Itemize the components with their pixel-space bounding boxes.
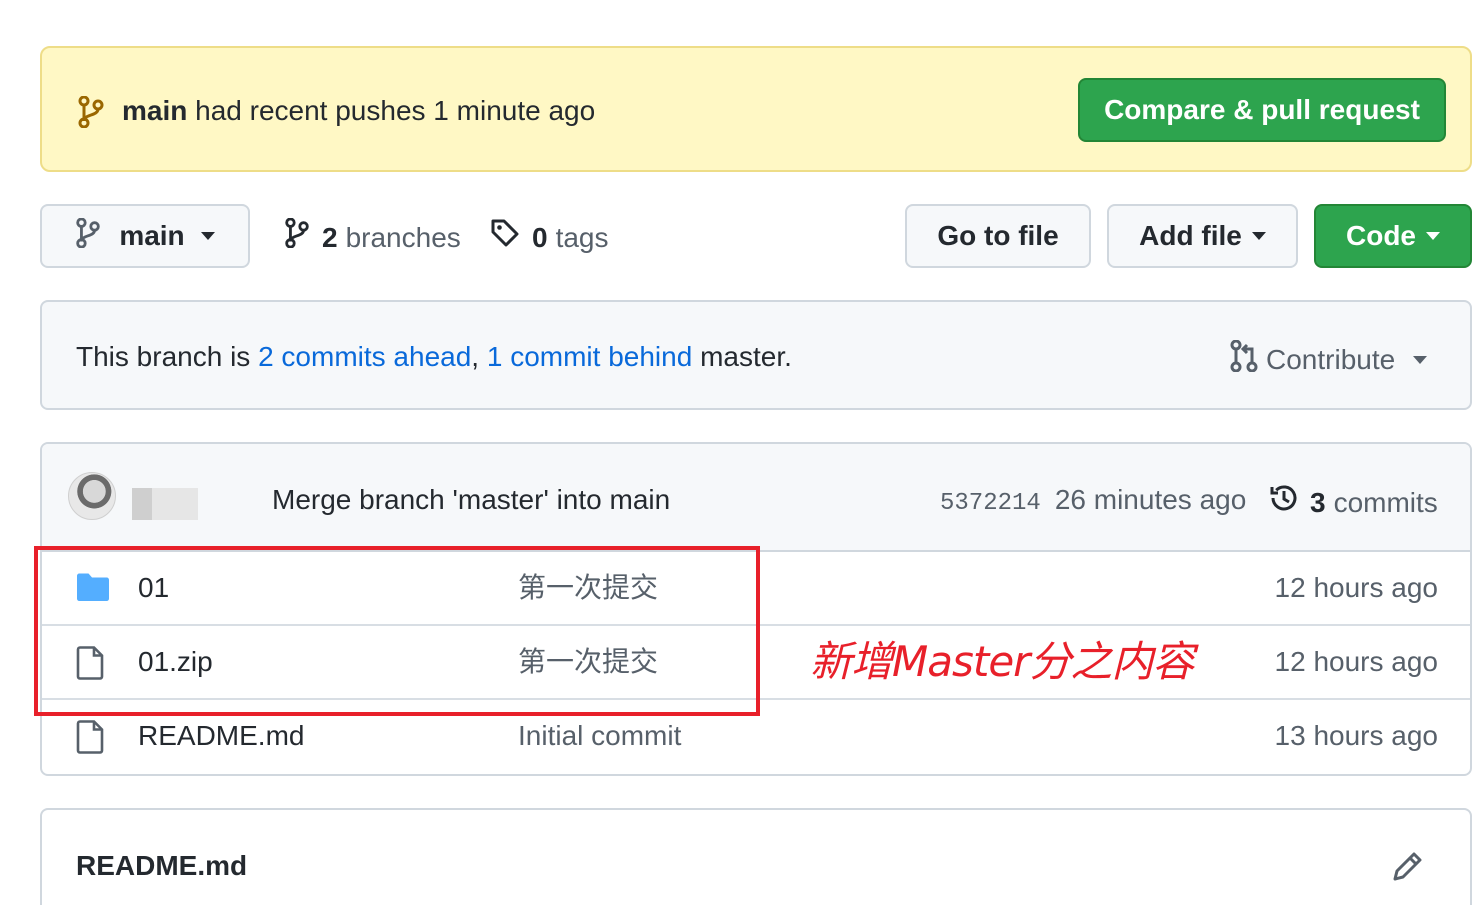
tags-label: tags — [555, 221, 609, 253]
commits-history-link[interactable]: 3 commits — [1268, 482, 1438, 523]
contribute-dropdown[interactable]: Contribute — [1230, 339, 1428, 380]
branch-compare-box: This branch is 2 commits ahead, 1 commit… — [40, 300, 1472, 410]
file-age: 12 hours ago — [1274, 646, 1438, 677]
branch-compare-text: This branch is 2 commits ahead, 1 commit… — [76, 340, 792, 374]
chevron-down-icon — [1251, 232, 1266, 240]
branch-select-button[interactable]: main — [40, 204, 250, 268]
author-name-redacted — [132, 488, 198, 520]
latest-commit-meta: 5372214 26 minutes ago — [940, 482, 1246, 522]
file-age: 13 hours ago — [1274, 720, 1438, 751]
compare-pull-request-button[interactable]: Compare & pull request — [1078, 78, 1446, 142]
annotation-note: 新增Master分之内容 — [810, 637, 1194, 686]
code-button[interactable]: Code — [1314, 204, 1472, 268]
branches-label: branches — [345, 221, 461, 253]
file-age: 12 hours ago — [1274, 572, 1438, 603]
tag-icon — [490, 218, 520, 257]
branches-link[interactable]: 2 branches — [284, 217, 461, 257]
commit-age: 26 minutes ago — [1054, 484, 1247, 515]
pushed-branch-name: main — [122, 95, 188, 126]
compare-prefix: This branch is — [76, 341, 251, 372]
branches-count: 2 — [322, 221, 338, 253]
history-icon — [1268, 482, 1300, 523]
contribute-label: Contribute — [1266, 344, 1396, 375]
avatar[interactable] — [68, 472, 116, 520]
commits-behind-link[interactable]: 1 commit behind — [487, 341, 692, 372]
recent-push-banner: main had recent pushes 1 minute ago Comp… — [40, 46, 1472, 172]
pencil-icon[interactable] — [1392, 850, 1424, 887]
add-file-label: Add file — [1139, 220, 1242, 251]
code-label: Code — [1346, 220, 1416, 251]
go-to-file-button[interactable]: Go to file — [905, 204, 1091, 268]
chevron-down-icon — [1426, 232, 1440, 240]
pull-request-icon — [1230, 339, 1258, 380]
git-branch-icon — [75, 217, 101, 255]
readme-title: README.md — [76, 850, 248, 881]
commit-sha-link[interactable]: 5372214 — [940, 490, 1041, 517]
git-branch-icon — [78, 95, 104, 133]
commits-ahead-link[interactable]: 2 commits ahead — [258, 341, 471, 372]
branch-select-label: main — [119, 220, 185, 251]
push-message-text: had recent pushes 1 minute ago — [195, 95, 596, 126]
chevron-down-icon — [200, 232, 215, 240]
file-name-link[interactable]: README.md — [138, 718, 304, 754]
chevron-down-icon — [1413, 356, 1428, 364]
file-icon — [76, 720, 106, 759]
add-file-button[interactable]: Add file — [1107, 204, 1298, 268]
latest-commit-row: Merge branch 'master' into main 5372214 2… — [42, 444, 1470, 552]
file-commit-message[interactable]: Initial commit — [518, 718, 681, 754]
tags-count: 0 — [532, 221, 548, 253]
readme-panel: README.md — [40, 808, 1472, 905]
commits-label: commits — [1333, 486, 1438, 518]
git-branch-icon — [284, 217, 310, 257]
compare-suffix: master. — [700, 341, 792, 372]
annotation-highlight-box — [34, 546, 760, 716]
tags-link[interactable]: 0 tags — [490, 218, 609, 257]
push-message: main had recent pushes 1 minute ago — [122, 94, 595, 128]
latest-commit-message[interactable]: Merge branch 'master' into main — [272, 482, 670, 518]
commits-count: 3 — [1310, 486, 1326, 518]
compare-comma: , — [471, 341, 480, 372]
